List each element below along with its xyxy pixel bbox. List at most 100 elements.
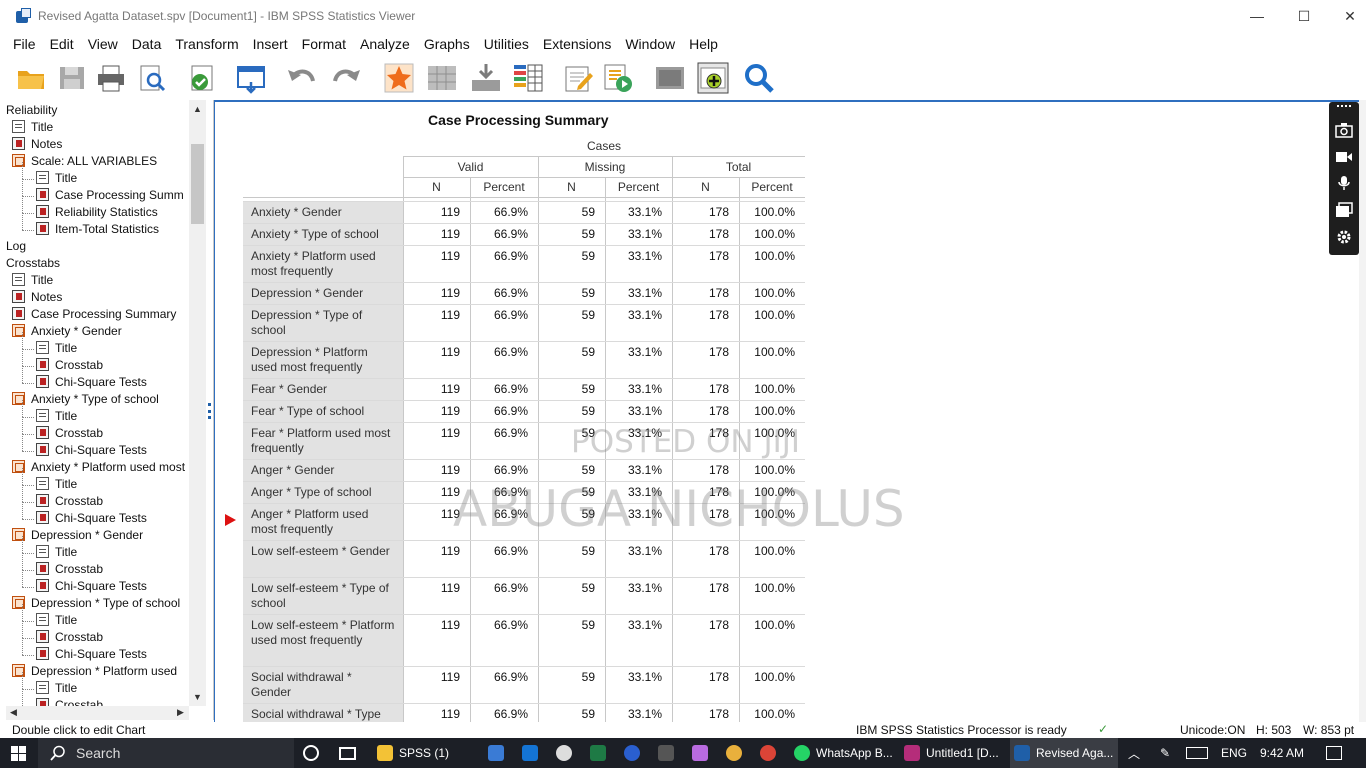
outline-item[interactable]: Log (6, 238, 26, 255)
insert-item-icon[interactable] (697, 62, 729, 94)
outline-item[interactable]: Crosstab (36, 561, 103, 578)
menu-file[interactable]: File (6, 36, 43, 52)
store-icon[interactable] (488, 738, 510, 768)
copilot-icon[interactable] (692, 738, 714, 768)
save-icon[interactable] (56, 62, 88, 94)
menu-extensions[interactable]: Extensions (536, 36, 618, 52)
keyboard-icon[interactable] (1186, 738, 1208, 768)
outline-item[interactable]: Title (36, 612, 77, 629)
outline-horizontal-scrollbar[interactable]: ◀ ▶ (6, 706, 189, 720)
table-title[interactable]: Case Processing Summary (428, 112, 609, 128)
language-indicator[interactable]: ENG (1221, 738, 1247, 768)
undo-icon[interactable] (285, 62, 317, 94)
show-hide-icon[interactable] (654, 62, 686, 94)
outline-item[interactable]: Chi-Square Tests (36, 374, 147, 391)
cortana-icon[interactable] (303, 738, 319, 768)
menu-edit[interactable]: Edit (43, 36, 81, 52)
outlook-icon[interactable] (522, 738, 544, 768)
outline-item[interactable]: Reliability Statistics (36, 204, 158, 221)
run-script-icon[interactable] (602, 62, 634, 94)
recall-dialog-icon[interactable] (235, 62, 267, 94)
chrome-app-icon[interactable] (556, 738, 578, 768)
print-preview-icon[interactable] (136, 62, 168, 94)
close-button[interactable]: ✕ (1327, 0, 1366, 32)
taskbar-untitled[interactable]: Untitled1 [D... (900, 738, 1008, 768)
menu-view[interactable]: View (81, 36, 125, 52)
outline-item[interactable]: Crosstab (36, 425, 103, 442)
chevron-up-icon[interactable]: ︿ (1128, 738, 1140, 768)
outline-item[interactable]: Notes (12, 136, 62, 153)
outline-item[interactable]: Chi-Square Tests (36, 510, 147, 527)
table-row[interactable]: Anger * Type of school 119 66.9% 59 33.1% 178… (243, 481, 805, 503)
table-row[interactable]: Social withdrawal * Type 119 66.9% 59 33.1% 1… (243, 703, 805, 722)
open-folder-icon[interactable] (15, 62, 47, 94)
scroll-right-icon[interactable]: ▶ (177, 707, 184, 718)
menu-insert[interactable]: Insert (246, 36, 295, 52)
menu-format[interactable]: Format (295, 36, 353, 52)
taskbar-search-box[interactable]: Search (38, 738, 294, 768)
table-row[interactable]: Depression * Platform used most frequent… (243, 341, 805, 378)
outline-pane[interactable]: Reliability Title Notes Scale: ALL VARIABLE… (6, 100, 206, 720)
windows-start-icon[interactable] (11, 746, 26, 761)
settings-gear-icon[interactable] (1335, 229, 1353, 245)
maximize-button[interactable]: ☐ (1281, 0, 1327, 32)
table-row[interactable]: Depression * Gender 119 66.9% 59 33.1% 178 100… (243, 282, 805, 304)
scroll-down-icon[interactable]: ▼ (193, 692, 202, 702)
outline-item[interactable]: Chi-Square Tests (36, 578, 147, 595)
table-row[interactable]: Low self-esteem * Type of school 119 66.9%… (243, 577, 805, 614)
edit-syntax-icon[interactable] (562, 62, 594, 94)
content-vertical-scrollbar[interactable] (1359, 100, 1366, 722)
menu-data[interactable]: Data (125, 36, 169, 52)
menu-transform[interactable]: Transform (168, 36, 245, 52)
table-row[interactable]: Depression * Type of school 119 66.9% 59 33.… (243, 304, 805, 341)
menu-analyze[interactable]: Analyze (353, 36, 417, 52)
print-icon[interactable] (95, 62, 127, 94)
table-row[interactable]: Low self-esteem * Gender 119 66.9% 59 33.1% 1… (243, 540, 805, 577)
outline-scroll-thumb[interactable] (191, 144, 204, 224)
outline-item[interactable]: Case Processing Summ (36, 187, 184, 204)
taskbar-spss-folder[interactable]: SPSS (1) (369, 738, 484, 768)
outline-item[interactable]: Title (36, 680, 77, 697)
menu-help[interactable]: Help (682, 36, 725, 52)
table-row[interactable]: Fear * Type of school 119 66.9% 59 33.1% 178 1… (243, 400, 805, 422)
menu-graphs[interactable]: Graphs (417, 36, 477, 52)
scroll-up-icon[interactable]: ▲ (193, 104, 202, 114)
taskbar-whatsapp[interactable]: WhatsApp B... (790, 738, 898, 768)
video-camera-icon[interactable] (1335, 149, 1353, 165)
outline-item[interactable]: Title (36, 170, 77, 187)
calculator-icon[interactable] (658, 738, 680, 768)
outline-item[interactable]: Title (36, 408, 77, 425)
outline-item[interactable]: Crosstabs (6, 255, 60, 272)
outline-item[interactable]: Anxiety * Gender (12, 323, 122, 340)
outline-item[interactable]: Scale: ALL VARIABLES (12, 153, 157, 170)
outline-item[interactable]: Anxiety * Platform used most (12, 459, 185, 476)
microphone-icon[interactable] (1335, 175, 1353, 191)
outline-item[interactable]: Title (36, 340, 77, 357)
minimize-button[interactable]: — (1234, 0, 1280, 32)
v-app-icon[interactable] (624, 738, 646, 768)
insert-output-icon[interactable] (470, 62, 502, 94)
outline-item[interactable]: Title (12, 272, 53, 289)
clock[interactable]: 9:42 AM (1260, 738, 1304, 768)
outline-item[interactable]: Notes (12, 289, 62, 306)
table-row[interactable]: Anxiety * Platform used most frequently 1… (243, 245, 805, 282)
redo-icon[interactable] (331, 62, 363, 94)
chrome-icon[interactable] (726, 738, 748, 768)
table-row[interactable]: Anxiety * Type of school 119 66.9% 59 33.1% 1… (243, 223, 805, 245)
window-copy-icon[interactable] (1335, 202, 1353, 218)
task-view-icon[interactable] (339, 738, 356, 768)
outline-item[interactable]: Anxiety * Type of school (12, 391, 159, 408)
outline-item[interactable]: Depression * Gender (12, 527, 143, 544)
table-row[interactable]: Anger * Gender 119 66.9% 59 33.1% 178 100.0% (243, 459, 805, 481)
outline-item[interactable]: Case Processing Summary (12, 306, 176, 323)
table-row[interactable]: Social withdrawal * Gender 119 66.9% 59 33.1… (243, 666, 805, 703)
table-row[interactable]: Anxiety * Gender 119 66.9% 59 33.1% 178 100.0% (243, 201, 805, 223)
outline-item[interactable]: Crosstab (36, 629, 103, 646)
more-options-icon[interactable] (1337, 105, 1351, 108)
export-icon[interactable] (186, 62, 218, 94)
output-content-pane[interactable]: Case Processing Summary Cases Valid Missin… (214, 100, 1359, 722)
outline-item[interactable]: Depression * Platform used (12, 663, 177, 680)
outline-item[interactable]: Crosstab (36, 357, 103, 374)
chrome-profile-icon[interactable] (760, 738, 782, 768)
find-icon[interactable] (743, 62, 775, 94)
